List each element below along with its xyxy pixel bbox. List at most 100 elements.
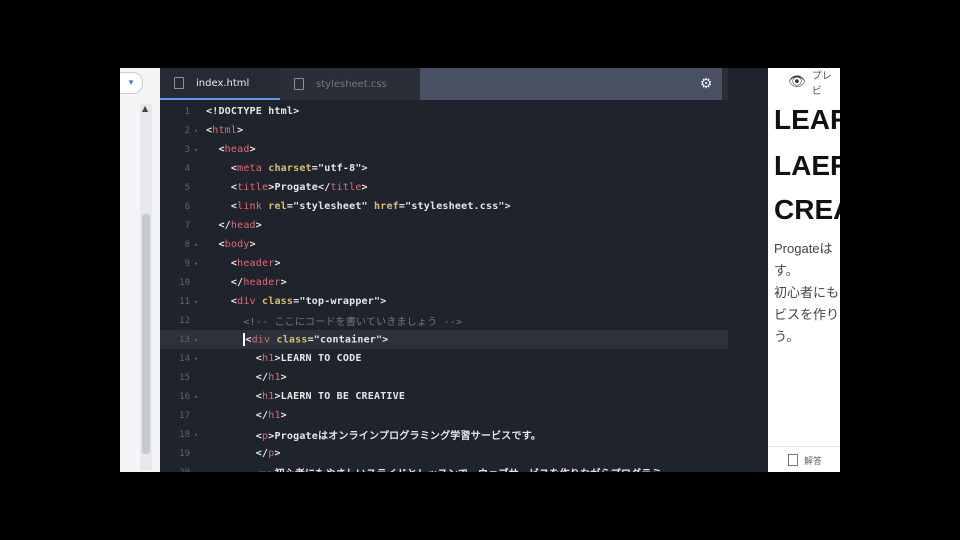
line-number: 16 xyxy=(179,391,190,402)
line-number: 15 xyxy=(179,372,190,383)
code-line[interactable]: 4 <meta charset="utf-8"> xyxy=(160,159,728,178)
code-line[interactable]: 2 ▾ <html> xyxy=(160,121,728,140)
preview-heading: LEAR xyxy=(774,104,840,135)
code-text: <p>初心者にもやさしいスライドとレッスンで、ウェブサービスを作りながらプログラ… xyxy=(206,465,662,472)
code-text: <!-- ここにコードを書いていきましょう --> xyxy=(243,317,463,328)
code-text: </header> xyxy=(206,277,287,288)
answer-label: 解答 xyxy=(804,456,823,467)
line-number: 7 xyxy=(184,220,190,231)
code-line[interactable]: 11 ▾ <div class="top-wrapper"> xyxy=(160,292,728,311)
gear-icon[interactable]: ⚙ xyxy=(696,74,716,94)
editor-gap: ⚙ xyxy=(700,68,768,472)
fold-toggle-icon[interactable]: ▾ xyxy=(194,241,206,249)
book-icon xyxy=(788,454,798,466)
line-number: 2 xyxy=(184,125,190,136)
line-number: 5 xyxy=(184,182,190,193)
code-text: <div class="container"> xyxy=(243,333,389,346)
tab-bar-empty xyxy=(420,68,722,100)
code-line[interactable]: 3 ▾ <head> xyxy=(160,140,728,159)
tab-label: stylesheet.css xyxy=(316,78,387,90)
tab-stylesheet-css[interactable]: stylesheet.css xyxy=(280,68,420,100)
scroll-up-icon[interactable]: ▲ xyxy=(142,104,148,113)
code-text: <h1>LEARN TO CODE xyxy=(206,353,362,364)
code-line[interactable]: 8 ▾ <body> xyxy=(160,235,728,254)
preview-text: Progateは xyxy=(774,241,833,256)
code-text: <html> xyxy=(206,125,244,136)
preview-panel: 👁 プレビ LEAR LAER CREA Progateは す。 初心者にも ビ… xyxy=(768,68,840,472)
code-text: </head> xyxy=(206,220,263,231)
chevron-down-icon[interactable]: ▾ xyxy=(120,72,143,94)
code-line[interactable]: 9 ▾ <header> xyxy=(160,254,728,273)
fold-toggle-icon[interactable]: ▾ xyxy=(194,393,206,401)
code-text: <link rel="stylesheet" href="stylesheet.… xyxy=(206,201,511,212)
preview-text: 初心者にも xyxy=(774,285,840,300)
preview-text: す。 xyxy=(774,263,799,278)
code-text: <h1>LAERN TO BE CREATIVE xyxy=(206,391,406,402)
code-text: </h1> xyxy=(206,410,287,421)
tab-label: index.html xyxy=(196,77,250,89)
fold-toggle-icon[interactable]: ▾ xyxy=(194,355,206,363)
fold-toggle-icon[interactable]: ▾ xyxy=(194,260,206,268)
code-text: <title>Progate</title> xyxy=(206,182,368,193)
code-line[interactable]: 15 </h1> xyxy=(160,368,728,387)
line-number: 14 xyxy=(179,353,190,364)
preview-header[interactable]: 👁 プレビ xyxy=(768,68,840,97)
code-text: </p> xyxy=(206,448,281,459)
code-text: </h1> xyxy=(206,372,287,383)
code-editor: index.html stylesheet.css 1 <!DOCTYPE htm… xyxy=(160,68,728,472)
code-line[interactable]: 17 </h1> xyxy=(160,406,728,425)
line-number: 12 xyxy=(179,315,190,326)
line-number: 10 xyxy=(179,277,190,288)
line-number: 8 xyxy=(184,239,190,250)
code-line[interactable]: 12 <!-- ここにコードを書いていきましょう --> xyxy=(160,311,728,330)
preview-heading: CREA xyxy=(774,194,840,225)
file-icon xyxy=(174,77,184,89)
line-number: 17 xyxy=(179,410,190,421)
fold-toggle-icon[interactable]: ▾ xyxy=(194,298,206,306)
code-line[interactable]: 20▾ <p>初心者にもやさしいスライドとレッスンで、ウェブサービスを作りながら… xyxy=(160,463,728,473)
code-text: <header> xyxy=(206,258,281,269)
line-number: 18 xyxy=(179,429,190,440)
code-area[interactable]: 1 <!DOCTYPE html> 2 ▾ <html> 3 ▾ <head> 4 <meta… xyxy=(160,100,728,472)
code-line[interactable]: 5 <title>Progate</title> xyxy=(160,178,728,197)
answer-button[interactable]: 解答 xyxy=(768,446,840,472)
fold-toggle-icon[interactable]: ▾ xyxy=(194,127,206,135)
app-window: ▾ ▲ index.html stylesheet.css 1 <!DOCTYPE… xyxy=(120,68,840,472)
code-line[interactable]: 1 <!DOCTYPE html> xyxy=(160,102,728,121)
fold-toggle-icon[interactable]: ▾ xyxy=(194,431,206,439)
code-text: <p>Progateはオンラインプログラミング学習サービスです。 xyxy=(206,431,542,442)
code-text: <!DOCTYPE html> xyxy=(206,106,300,117)
code-line[interactable]: 10 </header> xyxy=(160,273,728,292)
line-number: 11 xyxy=(179,296,190,307)
left-panel: ▾ ▲ xyxy=(120,68,160,472)
eye-icon: 👁 xyxy=(788,74,806,90)
line-number: 4 xyxy=(184,163,190,174)
preview-heading: LAER xyxy=(774,150,840,181)
line-number: 19 xyxy=(179,448,190,459)
scrollbar-thumb[interactable] xyxy=(142,214,150,454)
line-number: 9 xyxy=(184,258,190,269)
line-number: 6 xyxy=(184,201,190,212)
code-line[interactable]: 19 </p> xyxy=(160,444,728,463)
tab-index-html[interactable]: index.html xyxy=(160,68,280,100)
file-icon xyxy=(294,78,304,90)
line-number: 3 xyxy=(184,144,190,155)
line-number: 13 xyxy=(179,334,190,345)
code-line[interactable]: 16 ▾ <h1>LAERN TO BE CREATIVE xyxy=(160,387,728,406)
code-line[interactable]: 7 </head> xyxy=(160,216,728,235)
fold-toggle-icon[interactable]: ▾ xyxy=(194,146,206,154)
tab-bar: index.html stylesheet.css xyxy=(160,68,728,100)
line-number: 1 xyxy=(184,106,190,117)
code-line[interactable]: 13 ▾ <div class="container"> xyxy=(160,330,728,349)
code-line[interactable]: 6 <link rel="stylesheet" href="styleshee… xyxy=(160,197,728,216)
code-text: <head> xyxy=(206,144,256,155)
code-line[interactable]: 14 ▾ <h1>LEARN TO CODE xyxy=(160,349,728,368)
code-text: <meta charset="utf-8"> xyxy=(206,163,368,174)
preview-text: ビスを作り xyxy=(774,307,840,322)
code-line[interactable]: 18 ▾ <p>Progateはオンラインプログラミング学習サービスです。 xyxy=(160,425,728,444)
fold-toggle-icon[interactable]: ▾ xyxy=(194,469,206,473)
preview-label: プレビ xyxy=(811,71,832,97)
fold-toggle-icon[interactable]: ▾ xyxy=(194,336,206,344)
code-text: <div class="top-wrapper"> xyxy=(206,296,387,307)
line-number: 20 xyxy=(160,468,194,473)
